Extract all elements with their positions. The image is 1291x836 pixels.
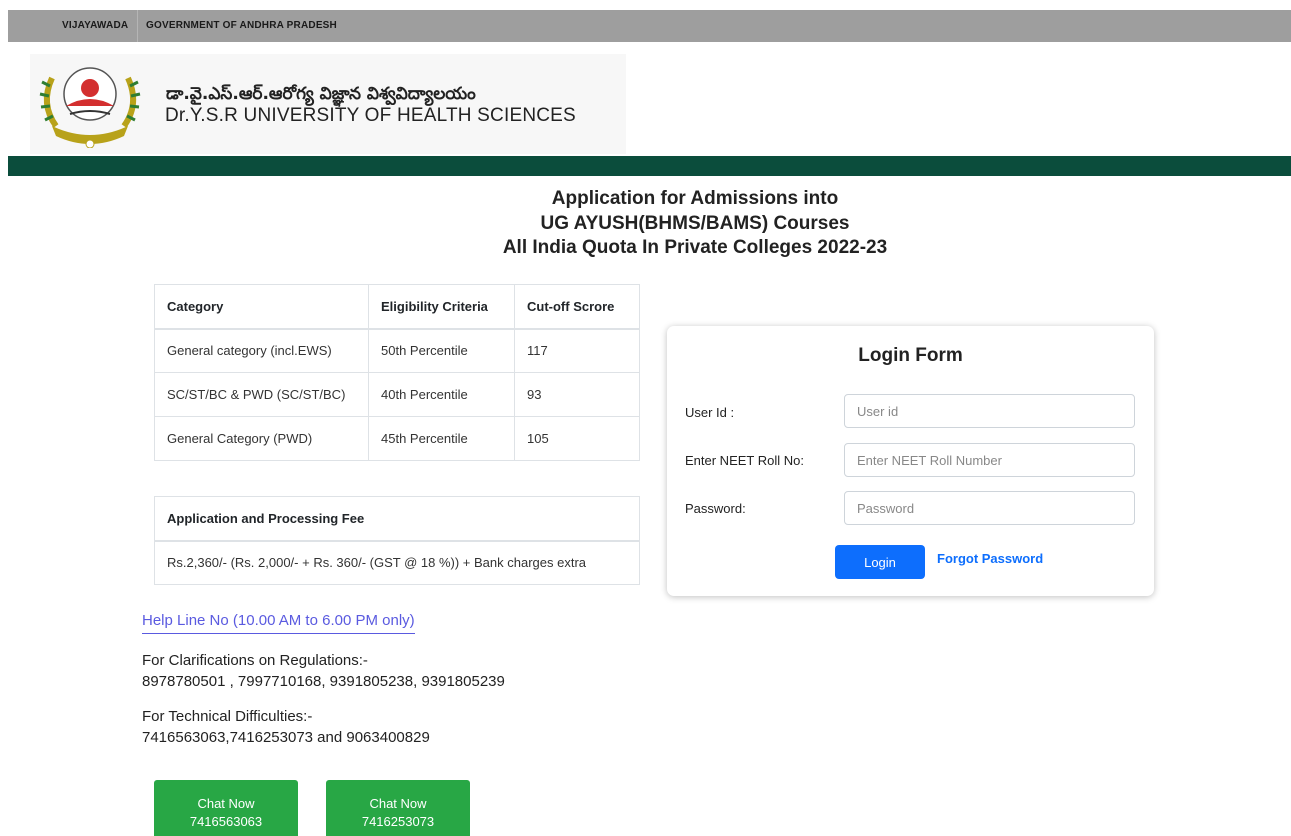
university-logo[interactable]	[36, 56, 144, 148]
regulations-label: For Clarifications on Regulations:-	[142, 652, 368, 669]
brand-english-name: Dr.Y.S.R UNIVERSITY OF HEALTH SCIENCES	[165, 105, 576, 126]
chat-now-button-2[interactable]: Chat Now 7416253073	[326, 780, 470, 836]
technical-label: For Technical Difficulties:-	[142, 708, 313, 725]
table-cell: 93	[514, 372, 640, 417]
column-header-cutoff: Cut-off Scrore	[514, 284, 640, 330]
chat-label: Chat Now	[197, 796, 255, 811]
chat-number: 7416563063	[189, 814, 263, 829]
topbar-divider	[137, 10, 138, 42]
regulations-numbers: 8978780501 , 7997710168, 9391805238, 939…	[142, 673, 505, 690]
fee-value: Rs.2,360/- (Rs. 2,000/- + Rs. 360/- (GST…	[154, 540, 640, 585]
table-cell: General category (incl.EWS)	[154, 328, 369, 373]
table-header-row: Category Eligibility Criteria Cut-off Sc…	[154, 284, 640, 330]
topbar-city[interactable]: VIJAYAWADA	[62, 20, 128, 31]
regulations-contact: For Clarifications on Regulations:- 8978…	[142, 650, 505, 692]
login-form-title: Login Form	[858, 345, 963, 366]
password-label: Password:	[685, 501, 746, 516]
top-bar: VIJAYAWADA GOVERNMENT OF ANDHRA PRADESH	[8, 10, 1291, 42]
topbar-government[interactable]: GOVERNMENT OF ANDHRA PRADESH	[146, 20, 337, 31]
table-row: General Category (PWD) 45th Percentile 1…	[154, 416, 640, 461]
table-cell: 45th Percentile	[368, 416, 515, 461]
page-title-line-1: Application for Admissions into	[551, 188, 839, 209]
user-id-label: User Id :	[685, 405, 735, 420]
site-header: డా.వై.ఎస్.ఆర్.ఆరోగ్య విజ్ఞాన విశ్వవిద్యా…	[8, 42, 1291, 156]
table-cell: 105	[514, 416, 640, 461]
password-input[interactable]	[844, 491, 1135, 525]
table-cell: General Category (PWD)	[154, 416, 369, 461]
table-row: SC/ST/BC & PWD (SC/ST/BC) 40th Percentil…	[154, 372, 640, 417]
chat-now-button-1[interactable]: Chat Now 7416563063	[154, 780, 298, 836]
header-green-band	[8, 156, 1291, 176]
table-cell: SC/ST/BC & PWD (SC/ST/BC)	[154, 372, 369, 417]
table-row: General category (incl.EWS) 50th Percent…	[154, 328, 640, 373]
neet-roll-input[interactable]	[844, 443, 1135, 477]
user-id-input[interactable]	[844, 394, 1135, 428]
login-button[interactable]: Login	[835, 545, 925, 579]
page-title-line-3: All India Quota In Private Colleges 2022…	[502, 237, 888, 258]
neet-roll-label: Enter NEET Roll No:	[685, 453, 804, 468]
chat-number: 7416253073	[361, 814, 435, 829]
helpline-link[interactable]: Help Line No (10.00 AM to 6.00 PM only)	[142, 612, 415, 634]
column-header-category: Category	[154, 284, 369, 330]
page-title-line-2: UG AYUSH(BHMS/BAMS) Courses	[540, 213, 850, 234]
fee-row: Rs.2,360/- (Rs. 2,000/- + Rs. 360/- (GST…	[154, 540, 640, 585]
fee-header-row: Application and Processing Fee	[154, 496, 640, 542]
table-cell: 117	[514, 328, 640, 373]
column-header-eligibility: Eligibility Criteria	[368, 284, 515, 330]
fee-table: Application and Processing Fee Rs.2,360/…	[154, 496, 640, 585]
login-form-card: Login Form User Id : Enter NEET Roll No:…	[667, 326, 1154, 596]
technical-numbers: 7416563063,7416253073 and 9063400829	[142, 729, 430, 746]
forgot-password-link[interactable]: Forgot Password	[937, 551, 1043, 566]
eligibility-table: Category Eligibility Criteria Cut-off Sc…	[154, 284, 640, 461]
technical-contact: For Technical Difficulties:- 7416563063,…	[142, 706, 430, 748]
table-cell: 50th Percentile	[368, 328, 515, 373]
chat-label: Chat Now	[369, 796, 427, 811]
fee-header: Application and Processing Fee	[154, 496, 640, 542]
table-cell: 40th Percentile	[368, 372, 515, 417]
